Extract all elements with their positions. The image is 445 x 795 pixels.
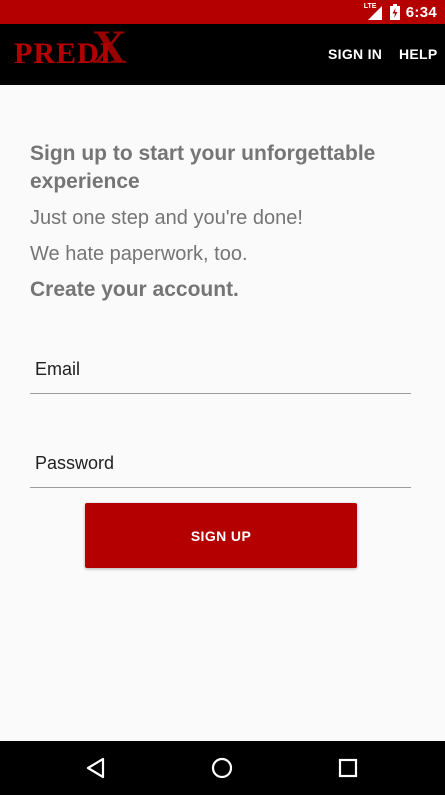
status-time: 6:34 bbox=[405, 3, 437, 21]
password-field[interactable] bbox=[30, 439, 411, 487]
system-nav-bar bbox=[0, 741, 445, 795]
create-account-title: Create your account. bbox=[30, 278, 239, 301]
signup-intro: Sign up to start your unforgettable expe… bbox=[30, 140, 415, 304]
password-field-container bbox=[30, 439, 411, 488]
lte-label: LTE bbox=[363, 3, 377, 10]
sign-up-button[interactable]: SIGN UP bbox=[85, 503, 357, 568]
logo-x-mark: X bbox=[92, 21, 128, 74]
predix-logo[interactable]: PREDI X bbox=[14, 24, 127, 74]
email-field-container bbox=[30, 345, 411, 394]
status-bar: LTE 6:34 bbox=[0, 0, 445, 24]
app-bar: PREDI X SIGN IN HELP bbox=[0, 24, 445, 85]
subline: Just one step and you're done! bbox=[30, 207, 303, 229]
home-icon[interactable] bbox=[208, 754, 236, 782]
battery-charging-icon bbox=[389, 4, 400, 20]
email-field[interactable] bbox=[30, 345, 411, 393]
subline-paperwork: We hate paperwork, too. bbox=[30, 243, 248, 265]
headline: Sign up to start your unforgettable expe… bbox=[30, 142, 376, 193]
lte-signal-icon: LTE bbox=[364, 3, 384, 21]
sign-in-link[interactable]: SIGN IN bbox=[328, 24, 382, 85]
recents-icon[interactable] bbox=[334, 754, 362, 782]
back-icon[interactable] bbox=[83, 754, 111, 782]
help-link[interactable]: HELP bbox=[399, 24, 438, 85]
